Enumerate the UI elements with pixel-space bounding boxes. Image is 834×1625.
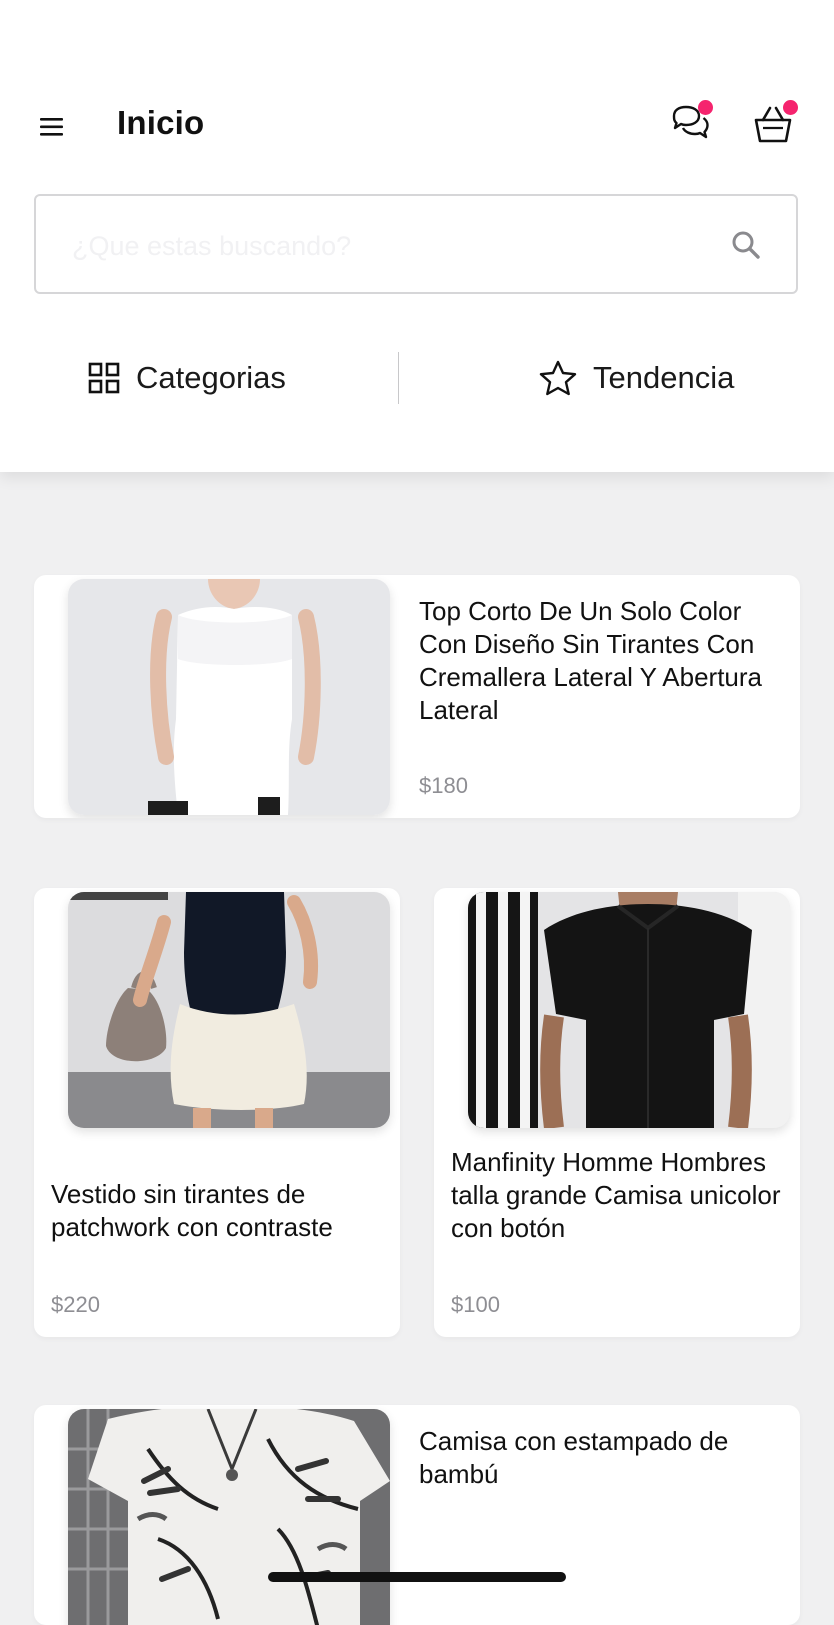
- product-card[interactable]: Camisa con estampado de bambú: [34, 1405, 800, 1625]
- menu-icon[interactable]: [38, 114, 66, 140]
- product-image: [68, 1409, 390, 1625]
- product-title: Manfinity Homme Hombres talla grande Cam…: [451, 1147, 781, 1243]
- product-card[interactable]: Top Corto De Un Solo Color Con Diseño Si…: [34, 575, 800, 818]
- product-image: [68, 579, 390, 815]
- search-icon[interactable]: [729, 228, 763, 262]
- tab-tendencia-label: Tendencia: [593, 360, 735, 395]
- product-card[interactable]: Vestido sin tirantes de patchwork con co…: [34, 888, 400, 1337]
- chat-notification-dot: [698, 100, 713, 115]
- star-icon: [539, 360, 577, 396]
- product-price: $180: [419, 773, 468, 798]
- product-card[interactable]: Manfinity Homme Hombres talla grande Cam…: [434, 888, 800, 1337]
- tab-tendencia[interactable]: Tendencia: [539, 355, 734, 401]
- cart-notification-dot: [783, 100, 798, 115]
- home-indicator: [268, 1572, 566, 1582]
- page-title: Inicio: [117, 104, 205, 141]
- tab-categorias[interactable]: Categorias: [88, 355, 286, 401]
- product-title: Camisa con estampado de bambú: [419, 1426, 729, 1489]
- product-price: $220: [51, 1292, 100, 1317]
- grid-icon: [88, 362, 120, 394]
- product-title: Vestido sin tirantes de patchwork con co…: [51, 1179, 333, 1242]
- product-price: $100: [451, 1292, 500, 1317]
- product-image: [468, 892, 790, 1128]
- search-bar[interactable]: [34, 194, 798, 294]
- product-title: Top Corto De Un Solo Color Con Diseño Si…: [419, 596, 763, 725]
- tab-categorias-label: Categorias: [136, 360, 286, 395]
- product-image: [68, 892, 390, 1128]
- top-header: Inicio Categorias Tendencia: [0, 0, 834, 472]
- search-input[interactable]: [70, 226, 694, 266]
- tab-divider: [398, 352, 399, 404]
